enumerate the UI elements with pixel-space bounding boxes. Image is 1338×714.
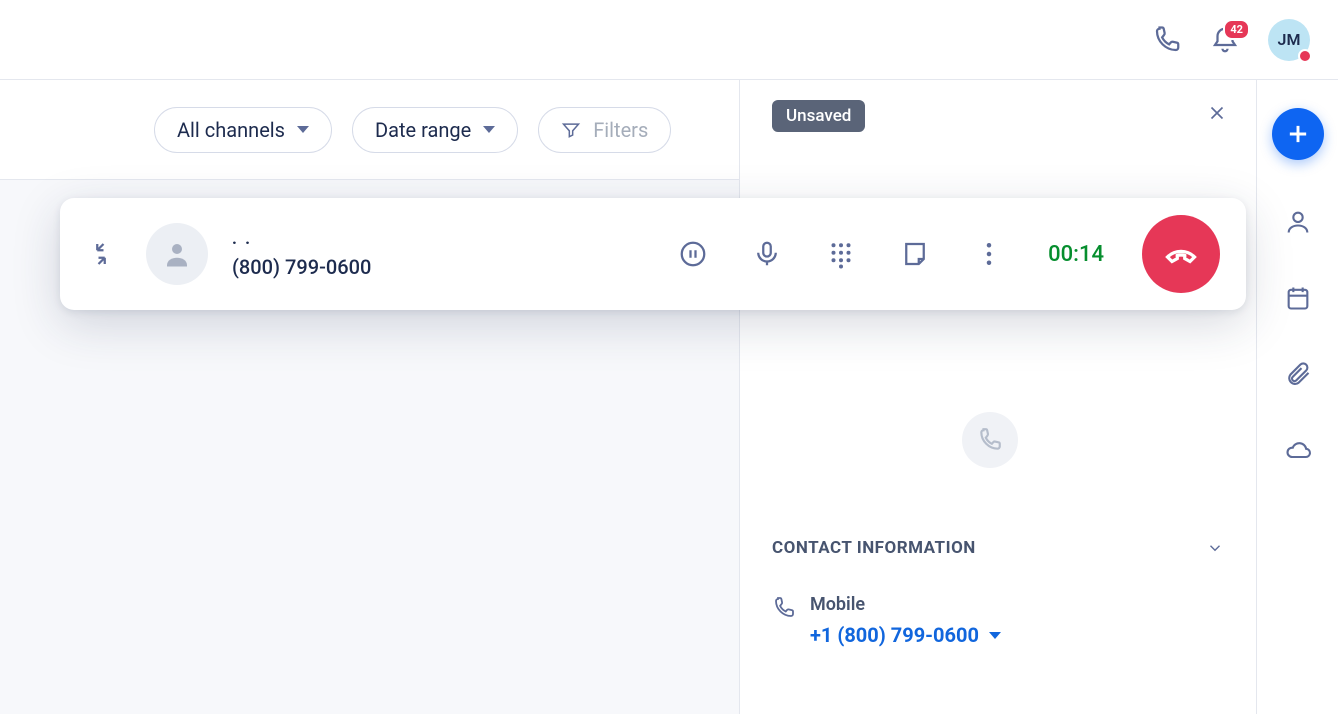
contact-info-section-header[interactable]: CONTACT INFORMATION [772,538,1224,558]
chevron-down-icon [1206,539,1224,557]
funnel-icon [561,120,581,140]
channel-filter[interactable]: All channels [154,107,332,153]
person-icon [162,239,192,269]
caller-name: . . [232,229,371,249]
more-button[interactable] [964,239,1014,269]
main-area: All channels Date range Filters Unsaved [0,80,1338,714]
mobile-label: Mobile [810,594,1001,615]
chevron-down-icon [297,126,309,133]
contact-details-panel: Unsaved CONTACT INFORMATION Mobile +1 (8… [740,80,1256,714]
collapse-button[interactable] [86,239,116,269]
channel-filter-label: All channels [177,118,285,142]
hold-button[interactable] [668,239,718,269]
left-column: All channels Date range Filters [0,80,740,714]
calendar-icon[interactable] [1284,284,1312,312]
more-vertical-icon [974,239,1004,269]
pause-icon [678,239,708,269]
paperclip-icon[interactable] [1284,360,1312,388]
notifications-button[interactable]: 42 [1210,25,1240,55]
contact-info-title: CONTACT INFORMATION [772,538,976,558]
person-icon[interactable] [1284,208,1312,236]
top-bar: 42 JM [0,0,1338,80]
phone-icon[interactable] [1152,25,1182,55]
mute-button[interactable] [742,239,792,269]
unsaved-badge: Unsaved [772,100,865,132]
cloud-icon[interactable] [1284,436,1312,464]
close-button[interactable] [1206,102,1228,124]
note-button[interactable] [890,239,940,269]
filters-label: Filters [593,118,648,142]
plus-icon [1284,120,1312,148]
avatar-initials: JM [1278,30,1301,49]
hangup-button[interactable] [1142,215,1220,293]
user-avatar[interactable]: JM [1268,19,1310,61]
right-column: Unsaved CONTACT INFORMATION Mobile +1 (8… [740,80,1338,714]
chevron-down-icon [483,126,495,133]
filter-bar: All channels Date range Filters [0,80,739,180]
phone-icon [977,427,1003,453]
caller-avatar [146,223,208,285]
note-icon [900,239,930,269]
date-range-label: Date range [375,118,471,142]
collapse-icon [86,239,116,269]
filters-button[interactable]: Filters [538,107,671,153]
call-timer: 00:14 [1048,242,1104,267]
call-action-circle[interactable] [962,412,1018,468]
close-icon [1206,102,1228,124]
mobile-number-link[interactable]: +1 (800) 799-0600 [810,623,1001,647]
create-button[interactable] [1272,108,1324,160]
dialpad-button[interactable] [816,239,866,269]
notification-count-badge: 42 [1223,19,1250,40]
status-dot [1298,49,1312,63]
chevron-down-icon [989,632,1001,639]
mobile-number: +1 (800) 799-0600 [810,623,979,647]
date-range-filter[interactable]: Date range [352,107,518,153]
dialpad-icon [826,239,856,269]
right-rail [1256,80,1338,714]
mobile-row: Mobile +1 (800) 799-0600 [772,594,1224,647]
caller-number: (800) 799-0600 [232,255,371,279]
microphone-icon [752,239,782,269]
hangup-icon [1163,236,1199,272]
phone-icon [772,596,796,620]
active-call-bar: . . (800) 799-0600 00:14 [60,198,1246,310]
caller-info: . . (800) 799-0600 [232,229,371,279]
